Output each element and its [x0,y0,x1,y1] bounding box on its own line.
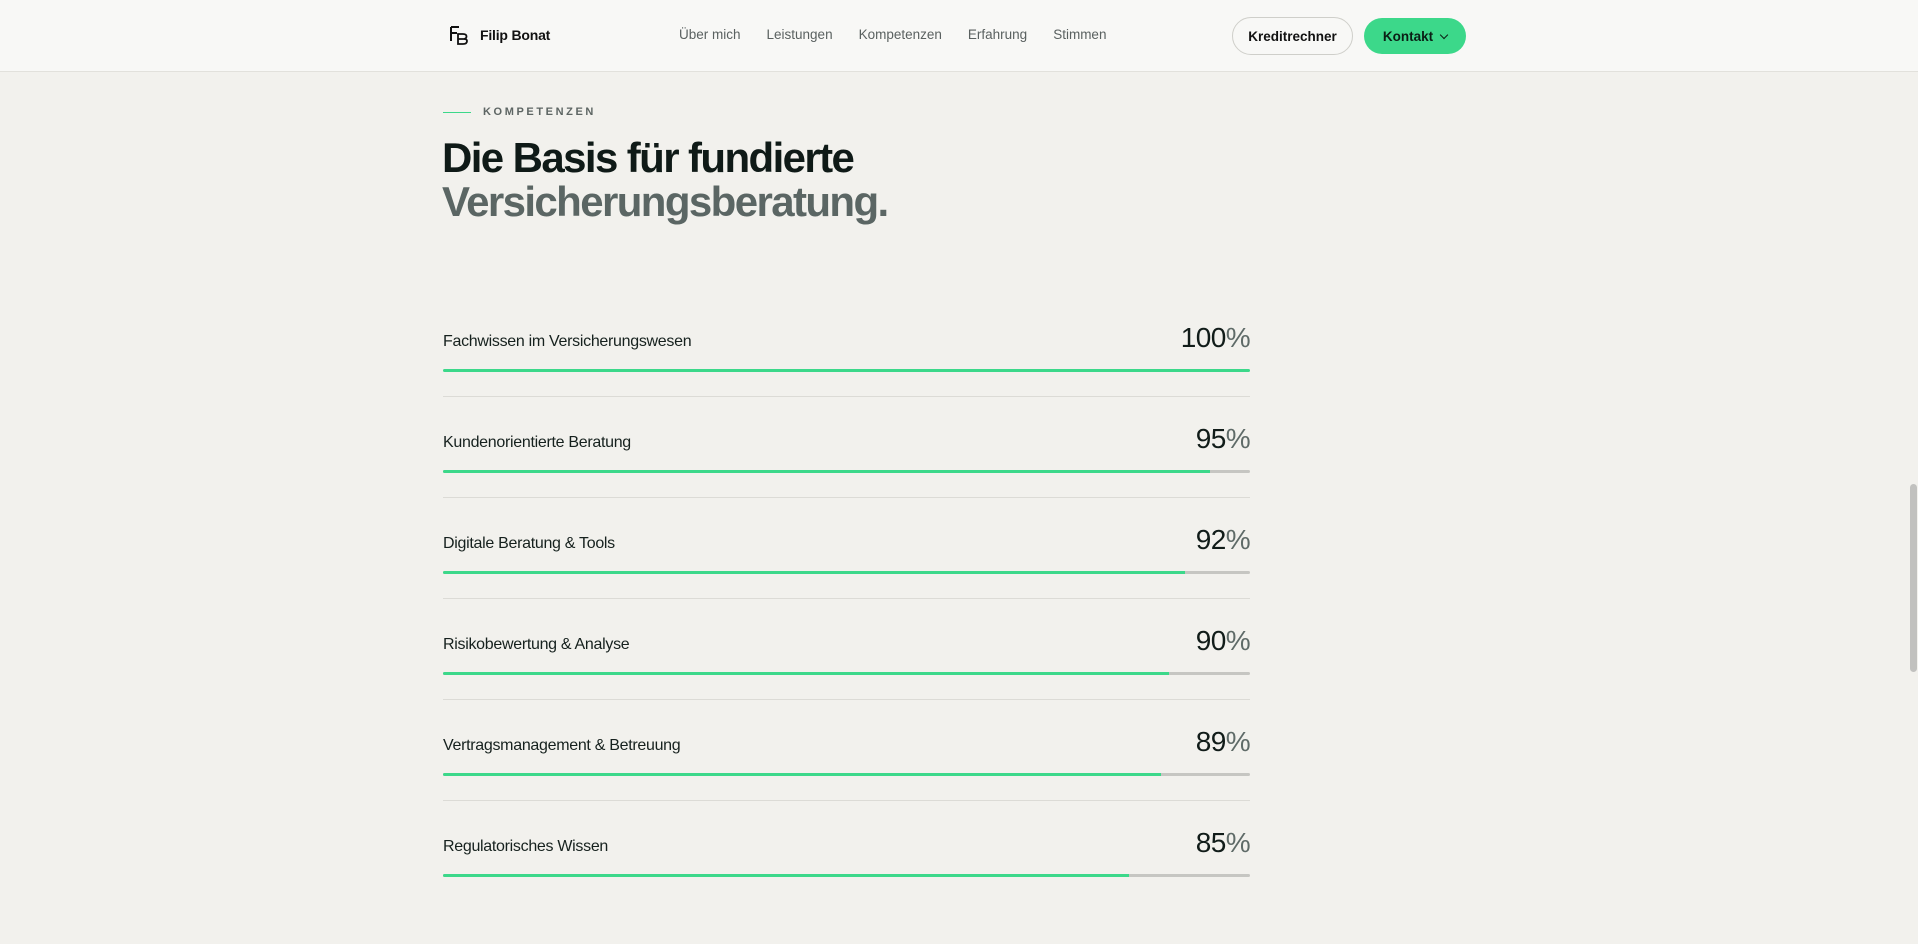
skills-list: Fachwissen im Versicherungswesen 100% Ku… [443,296,1251,902]
skill-value: 100% [1180,322,1251,354]
kreditrechner-label: Kreditrechner [1248,28,1337,44]
skill-label: Digitale Beratung & Tools [443,535,615,552]
skill-unit: % [1225,423,1251,454]
skill-progress-fill [443,874,1129,877]
skill-progress-track [443,672,1250,675]
skill-value: 92% [1195,524,1251,556]
skill-progress-fill [443,470,1210,473]
skill-number: 92 [1195,524,1227,555]
skill-progress-fill [443,369,1250,372]
fb-monogram-icon [448,24,470,46]
kontakt-button[interactable]: Kontakt [1364,18,1466,54]
chevron-down-icon [1439,30,1449,39]
nav-link-stimmen[interactable]: Stimmen [1053,27,1106,42]
skill-label: Regulatorisches Wissen [443,838,609,855]
skill-row: Fachwissen im Versicherungswesen 100% [443,296,1251,397]
skill-progress-track [443,773,1250,776]
skill-label: Kundenorientierte Beratung [443,434,631,451]
scrollbar-thumb[interactable] [1910,484,1917,672]
skill-number: 85 [1195,827,1227,858]
skill-unit: % [1225,726,1251,757]
skill-row: Regulatorisches Wissen 85% [443,801,1251,902]
skill-row: Kundenorientierte Beratung 95% [443,397,1251,498]
eyebrow-label: KOMPETENZEN [483,106,596,118]
nav-link-kompetenzen[interactable]: Kompetenzen [859,27,942,42]
skill-progress-fill [443,773,1162,776]
skill-number: 100 [1180,322,1227,353]
main-navigation: Über mich Leistungen Kompetenzen Erfahru… [679,27,1106,42]
skill-value: 90% [1195,625,1251,657]
skill-value: 95% [1195,423,1251,455]
skill-label: Vertragsmanagement & Betreuung [443,737,681,754]
site-header: Filip Bonat Über mich Leistungen Kompete… [0,0,1918,72]
skill-number: 89 [1195,726,1227,757]
section-title-line-1: Die Basis für fundierte [442,134,855,181]
skill-row: Vertragsmanagement & Betreuung 89% [443,700,1251,801]
skill-number: 90 [1195,625,1227,656]
skill-unit: % [1225,524,1251,555]
eyebrow-divider [443,111,471,113]
skill-unit: % [1225,625,1251,656]
kreditrechner-button[interactable]: Kreditrechner [1232,17,1353,55]
skill-progress-track [443,470,1250,473]
nav-link-ueber-mich[interactable]: Über mich [679,27,741,42]
skill-row: Digitale Beratung & Tools 92% [443,498,1251,599]
section-title-line-2: Versicherungsberatung. [442,178,889,225]
skill-label: Risikobewertung & Analyse [443,636,630,653]
kontakt-label: Kontakt [1382,28,1434,44]
skill-progress-fill [443,571,1186,574]
brand-name: Filip Bonat [480,27,551,43]
brand-link[interactable]: Filip Bonat [448,24,550,46]
skill-label: Fachwissen im Versicherungswesen [443,333,692,350]
section-title: Die Basis für fundierte Versicherungsber… [442,134,889,225]
section-eyebrow: KOMPETENZEN [443,106,596,118]
skill-value: 85% [1195,827,1251,859]
page-scrollbar[interactable] [1908,72,1918,944]
skill-progress-track [443,571,1250,574]
skill-unit: % [1225,322,1251,353]
skill-row: Risikobewertung & Analyse 90% [443,599,1251,700]
skill-number: 95 [1195,423,1227,454]
skill-value: 89% [1195,726,1251,758]
nav-link-erfahrung[interactable]: Erfahrung [968,27,1027,42]
nav-link-leistungen[interactable]: Leistungen [767,27,833,42]
skill-progress-track [443,874,1250,877]
skill-progress-track [443,369,1250,372]
skill-unit: % [1225,827,1251,858]
skill-progress-fill [443,672,1170,675]
